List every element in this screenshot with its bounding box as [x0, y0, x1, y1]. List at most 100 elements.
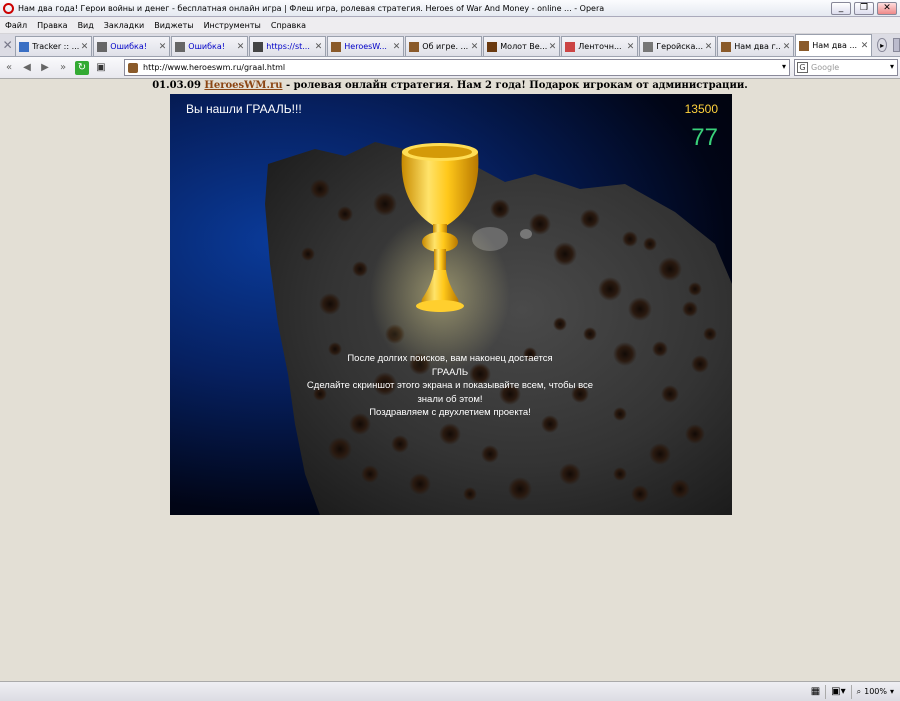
tab-favicon-icon	[97, 41, 108, 52]
browser-tab[interactable]: Ошибка! ✕	[171, 36, 249, 56]
tab-label: Ленточн...	[578, 42, 622, 51]
tab-close-icon[interactable]: ✕	[471, 42, 479, 52]
tab-favicon-icon	[721, 41, 732, 52]
tab-label: Tracker :: ...	[32, 42, 79, 51]
close-button[interactable]: ✕	[877, 1, 897, 15]
browser-tab[interactable]: https://st... ✕	[249, 36, 327, 56]
found-grail-text: Вы нашли ГРААЛЬ!!!	[186, 102, 302, 116]
tab-label: Геройска...	[656, 42, 703, 51]
tab-close-icon[interactable]: ✕	[783, 42, 791, 52]
minimize-button[interactable]: _	[831, 1, 851, 15]
screenshot-icon[interactable]: ▣▾	[831, 686, 845, 697]
tab-label: Об игре. ...	[422, 42, 469, 51]
browser-tab[interactable]: Молот Ве... ✕	[483, 36, 561, 56]
tab-close-icon[interactable]: ✕	[549, 42, 557, 52]
google-icon: G	[797, 62, 808, 73]
url-field[interactable]: http://www.heroeswm.ru/graal.html ▾	[124, 59, 790, 76]
tab-favicon-icon	[19, 41, 30, 52]
zoom-icon: ⌕	[856, 686, 862, 696]
menu-tools[interactable]: Инструменты	[199, 21, 266, 30]
reload-icon[interactable]: ↻	[75, 60, 89, 75]
tab-label: HeroesW...	[344, 42, 387, 51]
message-line: ГРААЛЬ	[431, 366, 469, 378]
address-bar: « ◀ ▶ » ↻ ▣ http://www.heroeswm.ru/graal…	[0, 57, 900, 79]
message-line: После долгих поисков, вам наконец достае…	[347, 353, 553, 364]
camera-icon[interactable]: ▣	[92, 60, 110, 76]
tab-close-icon[interactable]: ✕	[627, 42, 635, 52]
url-text: http://www.heroeswm.ru/graal.html	[143, 63, 286, 72]
congrats-message: После долгих поисков, вам наконец достае…	[250, 352, 650, 420]
tab-close-icon[interactable]: ✕	[237, 42, 245, 52]
restore-button[interactable]: ❐	[854, 1, 874, 15]
tab-close-icon[interactable]: ✕	[393, 42, 401, 52]
zoom-dropdown-icon[interactable]: ▾	[890, 687, 894, 696]
url-dropdown-icon[interactable]: ▾	[782, 62, 786, 71]
forward-icon[interactable]: ▶	[36, 60, 54, 76]
menu-view[interactable]: Вид	[73, 21, 99, 30]
status-separator	[825, 684, 827, 699]
window-title: Нам два года! Герои войны и денег - бесп…	[18, 3, 605, 13]
message-line: Сделайте скриншот этого экрана и показыв…	[306, 380, 594, 391]
grail-scene	[265, 142, 732, 515]
browser-tab[interactable]: Геройска... ✕	[639, 36, 717, 56]
browser-tab[interactable]: Нам два ... ✕	[795, 34, 873, 56]
trash-icon[interactable]	[892, 38, 900, 52]
tab-label: https://st...	[266, 42, 310, 51]
tab-favicon-icon	[799, 40, 810, 51]
tab-favicon-icon	[253, 41, 264, 52]
site-favicon-icon	[128, 63, 138, 73]
announce-text: - ролевая онлайн стратегия. Нам 2 года! …	[282, 80, 748, 91]
tab-favicon-icon	[409, 41, 420, 52]
tab-label: Молот Ве...	[500, 42, 547, 51]
counter-value: 77	[691, 124, 718, 151]
opera-logo-icon	[3, 2, 14, 14]
menu-bar: Файл Правка Вид Закладки Виджеты Инструм…	[0, 17, 900, 34]
message-line: Поздравляем с двухлетием проекта!	[369, 407, 531, 418]
menu-help[interactable]: Справка	[266, 21, 311, 30]
tab-close-icon[interactable]: ✕	[159, 42, 167, 52]
status-bar: ▦ ▣▾ ⌕ 100% ▾	[0, 681, 900, 701]
announcement: 01.03.09 HeroesWM.ru - ролевая онлайн ст…	[0, 80, 900, 91]
rewind-icon[interactable]: «	[0, 60, 18, 76]
menu-widgets[interactable]: Виджеты	[149, 21, 198, 30]
tab-close-icon[interactable]: ✕	[705, 42, 713, 52]
browser-tab[interactable]: Tracker :: ... ✕	[15, 36, 93, 56]
tab-favicon-icon	[643, 41, 654, 52]
flash-game[interactable]: Вы нашли ГРААЛЬ!!! 13500 77 После долгих…	[170, 94, 732, 515]
search-placeholder: Google	[811, 63, 840, 72]
tab-label: Нам два г...	[734, 42, 781, 51]
browser-tab[interactable]: Ошибка! ✕	[93, 36, 171, 56]
menu-edit[interactable]: Правка	[32, 21, 72, 30]
menu-bookmarks[interactable]: Закладки	[99, 21, 149, 30]
browser-tab[interactable]: Нам два г... ✕	[717, 36, 795, 56]
browser-tab[interactable]: HeroesW... ✕	[327, 36, 405, 56]
search-dropdown-icon[interactable]: ▾	[890, 62, 894, 71]
search-field[interactable]: G Google ▾	[794, 59, 898, 76]
score-value: 13500	[684, 102, 718, 116]
title-bar: Нам два года! Герои войны и денег - бесп…	[0, 0, 900, 17]
message-line: знали об этом!	[417, 393, 483, 405]
tab-favicon-icon	[175, 41, 186, 52]
tab-favicon-icon	[487, 41, 498, 52]
status-separator	[850, 684, 852, 699]
panels-icon[interactable]: ▦	[811, 686, 820, 697]
fast-forward-icon[interactable]: »	[54, 60, 72, 76]
tab-close-icon[interactable]: ✕	[315, 42, 323, 52]
tab-favicon-icon	[331, 41, 342, 52]
menu-file[interactable]: Файл	[0, 21, 32, 30]
tab-close-icon[interactable]: ✕	[861, 41, 869, 51]
new-tab-icon[interactable]: ▸	[877, 38, 887, 52]
tab-close-icon[interactable]: ✕	[81, 42, 89, 52]
heroeswm-link[interactable]: HeroesWM.ru	[204, 80, 282, 91]
zoom-level[interactable]: 100%	[864, 687, 887, 696]
browser-tab[interactable]: Ленточн... ✕	[561, 36, 639, 56]
tab-label: Ошибка!	[188, 42, 225, 51]
tab-favicon-icon	[565, 41, 576, 52]
tab-label: Нам два ...	[812, 41, 858, 50]
announce-date: 01.03.09	[152, 80, 201, 91]
tab-label: Ошибка!	[110, 42, 147, 51]
tools-icon[interactable]: ✕	[0, 34, 15, 56]
back-icon[interactable]: ◀	[18, 60, 36, 76]
tab-bar: ✕ Tracker :: ... ✕ Ошибка! ✕ Ошибка! ✕ https:/…	[0, 34, 900, 57]
browser-tab[interactable]: Об игре. ... ✕	[405, 36, 483, 56]
